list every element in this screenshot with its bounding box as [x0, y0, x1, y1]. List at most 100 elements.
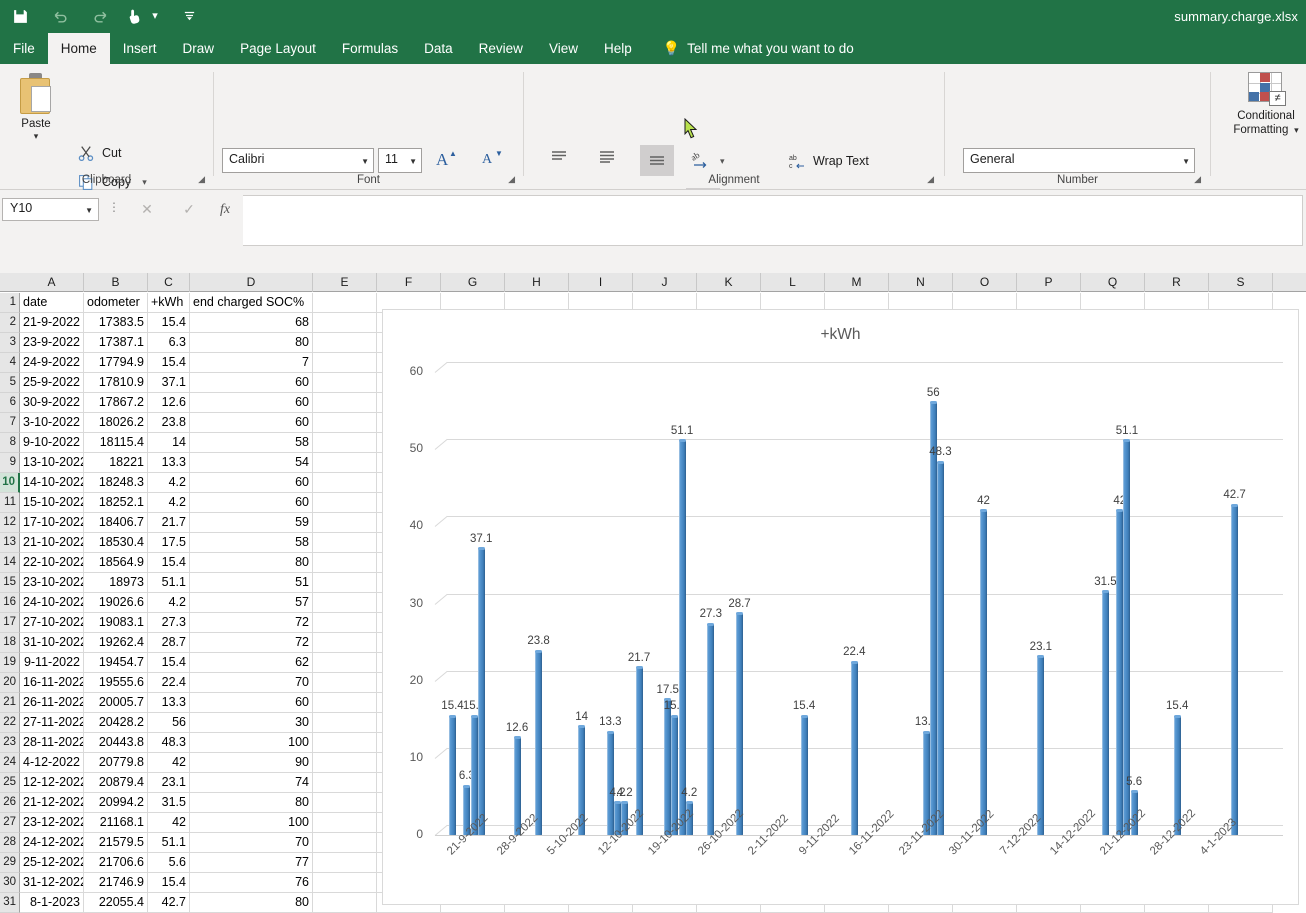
- cell-E6[interactable]: [313, 393, 377, 413]
- row-header-15[interactable]: 15: [0, 573, 20, 593]
- cell-A6[interactable]: 30-9-2022: [20, 393, 84, 413]
- cell-C27[interactable]: 42: [148, 813, 190, 833]
- cell-E3[interactable]: [313, 333, 377, 353]
- cell-C14[interactable]: 15.4: [148, 553, 190, 573]
- cell-E24[interactable]: [313, 753, 377, 773]
- cell-B21[interactable]: 20005.7: [84, 693, 148, 713]
- chart-bar[interactable]: [1231, 503, 1239, 835]
- row-header-30[interactable]: 30: [0, 873, 20, 893]
- cell-D25[interactable]: 74: [190, 773, 313, 793]
- cell-D13[interactable]: 58: [190, 533, 313, 553]
- row-header-9[interactable]: 9: [0, 453, 20, 473]
- cell-E21[interactable]: [313, 693, 377, 713]
- row-header-28[interactable]: 28: [0, 833, 20, 853]
- tab-data[interactable]: Data: [411, 33, 466, 64]
- tell-me-search[interactable]: 💡 Tell me what you want to do: [645, 33, 854, 64]
- column-header-A[interactable]: A: [20, 273, 84, 292]
- row-header-7[interactable]: 7: [0, 413, 20, 433]
- cell-E9[interactable]: [313, 453, 377, 473]
- cell-D5[interactable]: 60: [190, 373, 313, 393]
- column-header-P[interactable]: P: [1017, 273, 1081, 292]
- cell-B23[interactable]: 20443.8: [84, 733, 148, 753]
- cell-C21[interactable]: 13.3: [148, 693, 190, 713]
- row-header-10[interactable]: 10: [0, 473, 20, 493]
- cell-D3[interactable]: 80: [190, 333, 313, 353]
- undo-icon[interactable]: [40, 0, 80, 33]
- cell-B29[interactable]: 21706.6: [84, 853, 148, 873]
- cell-A11[interactable]: 15-10-2022: [20, 493, 84, 513]
- wrap-text-button[interactable]: ab c Wrap Text: [789, 150, 869, 172]
- cell-D28[interactable]: 70: [190, 833, 313, 853]
- cell-E5[interactable]: [313, 373, 377, 393]
- cell-D11[interactable]: 60: [190, 493, 313, 513]
- cell-A13[interactable]: 21-10-2022: [20, 533, 84, 553]
- conditional-formatting-button[interactable]: ≠ Conditional Formatting ▾: [1228, 72, 1304, 137]
- cell-A23[interactable]: 28-11-2022: [20, 733, 84, 753]
- cell-E22[interactable]: [313, 713, 377, 733]
- chart-bar[interactable]: [707, 622, 715, 835]
- tab-formulas[interactable]: Formulas: [329, 33, 411, 64]
- row-header-5[interactable]: 5: [0, 373, 20, 393]
- cell-C6[interactable]: 12.6: [148, 393, 190, 413]
- cell-C11[interactable]: 4.2: [148, 493, 190, 513]
- cell-B16[interactable]: 19026.6: [84, 593, 148, 613]
- cell-E12[interactable]: [313, 513, 377, 533]
- shrink-font-button[interactable]: A ▼: [479, 148, 505, 174]
- cell-C8[interactable]: 14: [148, 433, 190, 453]
- enter-formula-button[interactable]: ✓: [172, 198, 206, 221]
- chart-bar[interactable]: [535, 649, 543, 835]
- cell-A17[interactable]: 27-10-2022: [20, 613, 84, 633]
- cell-C23[interactable]: 48.3: [148, 733, 190, 753]
- tab-review[interactable]: Review: [466, 33, 536, 64]
- cell-D22[interactable]: 30: [190, 713, 313, 733]
- tab-file[interactable]: File: [0, 33, 48, 64]
- cell-A12[interactable]: 17-10-2022: [20, 513, 84, 533]
- row-header-31[interactable]: 31: [0, 893, 20, 913]
- conditional-formatting-chevron-down-icon[interactable]: ▾: [1292, 125, 1299, 135]
- row-header-25[interactable]: 25: [0, 773, 20, 793]
- cell-C17[interactable]: 27.3: [148, 613, 190, 633]
- cell-E29[interactable]: [313, 853, 377, 873]
- tab-draw[interactable]: Draw: [170, 33, 228, 64]
- number-dialog-launcher[interactable]: ◢: [1194, 174, 1201, 185]
- alignment-dialog-launcher[interactable]: ◢: [927, 174, 934, 185]
- column-header-N[interactable]: N: [889, 273, 953, 292]
- cell-E2[interactable]: [313, 313, 377, 333]
- cell-D30[interactable]: 76: [190, 873, 313, 893]
- cell-D21[interactable]: 60: [190, 693, 313, 713]
- cell-A20[interactable]: 16-11-2022: [20, 673, 84, 693]
- cell-D18[interactable]: 72: [190, 633, 313, 653]
- font-size-input[interactable]: 11 ▼: [378, 148, 422, 173]
- column-header-E[interactable]: E: [313, 273, 377, 292]
- cell-A21[interactable]: 26-11-2022: [20, 693, 84, 713]
- cell-D17[interactable]: 72: [190, 613, 313, 633]
- cell-C13[interactable]: 17.5: [148, 533, 190, 553]
- cell-D4[interactable]: 7: [190, 353, 313, 373]
- cell-D27[interactable]: 100: [190, 813, 313, 833]
- cell-E19[interactable]: [313, 653, 377, 673]
- paste-chevron-down-icon[interactable]: ▾: [10, 131, 62, 142]
- cell-C5[interactable]: 37.1: [148, 373, 190, 393]
- row-header-26[interactable]: 26: [0, 793, 20, 813]
- cell-B18[interactable]: 19262.4: [84, 633, 148, 653]
- cell-B27[interactable]: 21168.1: [84, 813, 148, 833]
- chart-bar[interactable]: [477, 547, 485, 835]
- column-header-S[interactable]: S: [1209, 273, 1273, 292]
- row-header-12[interactable]: 12: [0, 513, 20, 533]
- row-header-14[interactable]: 14: [0, 553, 20, 573]
- tab-view[interactable]: View: [536, 33, 591, 64]
- cell-D31[interactable]: 80: [190, 893, 313, 913]
- chart-bar[interactable]: [936, 460, 944, 835]
- cell-A26[interactable]: 21-12-2022: [20, 793, 84, 813]
- chart-bar[interactable]: [1037, 655, 1045, 835]
- cell-C30[interactable]: 15.4: [148, 873, 190, 893]
- cell-C4[interactable]: 15.4: [148, 353, 190, 373]
- cell-C25[interactable]: 23.1: [148, 773, 190, 793]
- cell-A30[interactable]: 31-12-2022: [20, 873, 84, 893]
- column-header-F[interactable]: F: [377, 273, 441, 292]
- cell-C2[interactable]: 15.4: [148, 313, 190, 333]
- cell-C22[interactable]: 56: [148, 713, 190, 733]
- cut-button[interactable]: Cut: [78, 142, 121, 164]
- cell-E28[interactable]: [313, 833, 377, 853]
- chart-bar[interactable]: [449, 714, 456, 835]
